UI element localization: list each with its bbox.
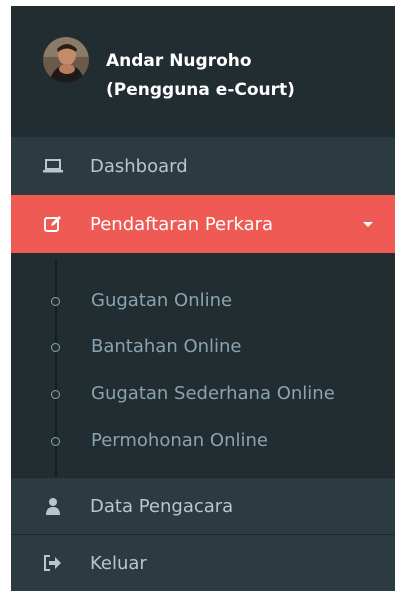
- circle-icon: [51, 437, 60, 446]
- submenu-item-label: Gugatan Online: [91, 290, 233, 311]
- user-name: Andar Nugroho: [106, 51, 252, 71]
- submenu-item-label: Gugatan Sederhana Online: [91, 383, 335, 404]
- circle-icon: [51, 390, 60, 399]
- sidebar: Andar Nugroho (Pengguna e-Court) Dashboa…: [11, 6, 395, 591]
- menu-item-keluar[interactable]: Keluar: [11, 534, 395, 591]
- menu-item-pendaftaran-perkara[interactable]: Pendaftaran Perkara: [11, 195, 395, 253]
- submenu-item-gugatan-sederhana-online[interactable]: Gugatan Sederhana Online: [11, 375, 395, 415]
- circle-icon: [51, 297, 60, 306]
- menu-item-label: Pendaftaran Perkara: [90, 213, 274, 235]
- menu-item-label: Keluar: [90, 552, 147, 574]
- menu-item-data-pengacara[interactable]: Data Pengacara: [11, 477, 395, 534]
- caret-down-icon: [363, 222, 373, 227]
- edit-icon: [43, 214, 63, 234]
- user-icon: [43, 496, 63, 516]
- menu-item-dashboard[interactable]: Dashboard: [11, 137, 395, 195]
- submenu-item-permohonan-online[interactable]: Permohonan Online: [11, 422, 395, 462]
- submenu-item-bantahan-online[interactable]: Bantahan Online: [11, 328, 395, 368]
- menu-item-label: Data Pengacara: [90, 495, 234, 517]
- user-panel: Andar Nugroho (Pengguna e-Court): [11, 6, 395, 137]
- menu-item-label: Dashboard: [90, 155, 188, 177]
- sign-out-icon: [43, 553, 63, 573]
- submenu: Gugatan Online Bantahan Online Gugatan S…: [11, 253, 395, 477]
- laptop-icon: [43, 156, 63, 176]
- submenu-item-label: Permohonan Online: [91, 430, 268, 451]
- circle-icon: [51, 343, 60, 352]
- avatar: [43, 37, 89, 83]
- submenu-item-label: Bantahan Online: [91, 336, 242, 357]
- user-role: (Pengguna e-Court): [106, 80, 295, 100]
- submenu-item-gugatan-online[interactable]: Gugatan Online: [11, 282, 395, 322]
